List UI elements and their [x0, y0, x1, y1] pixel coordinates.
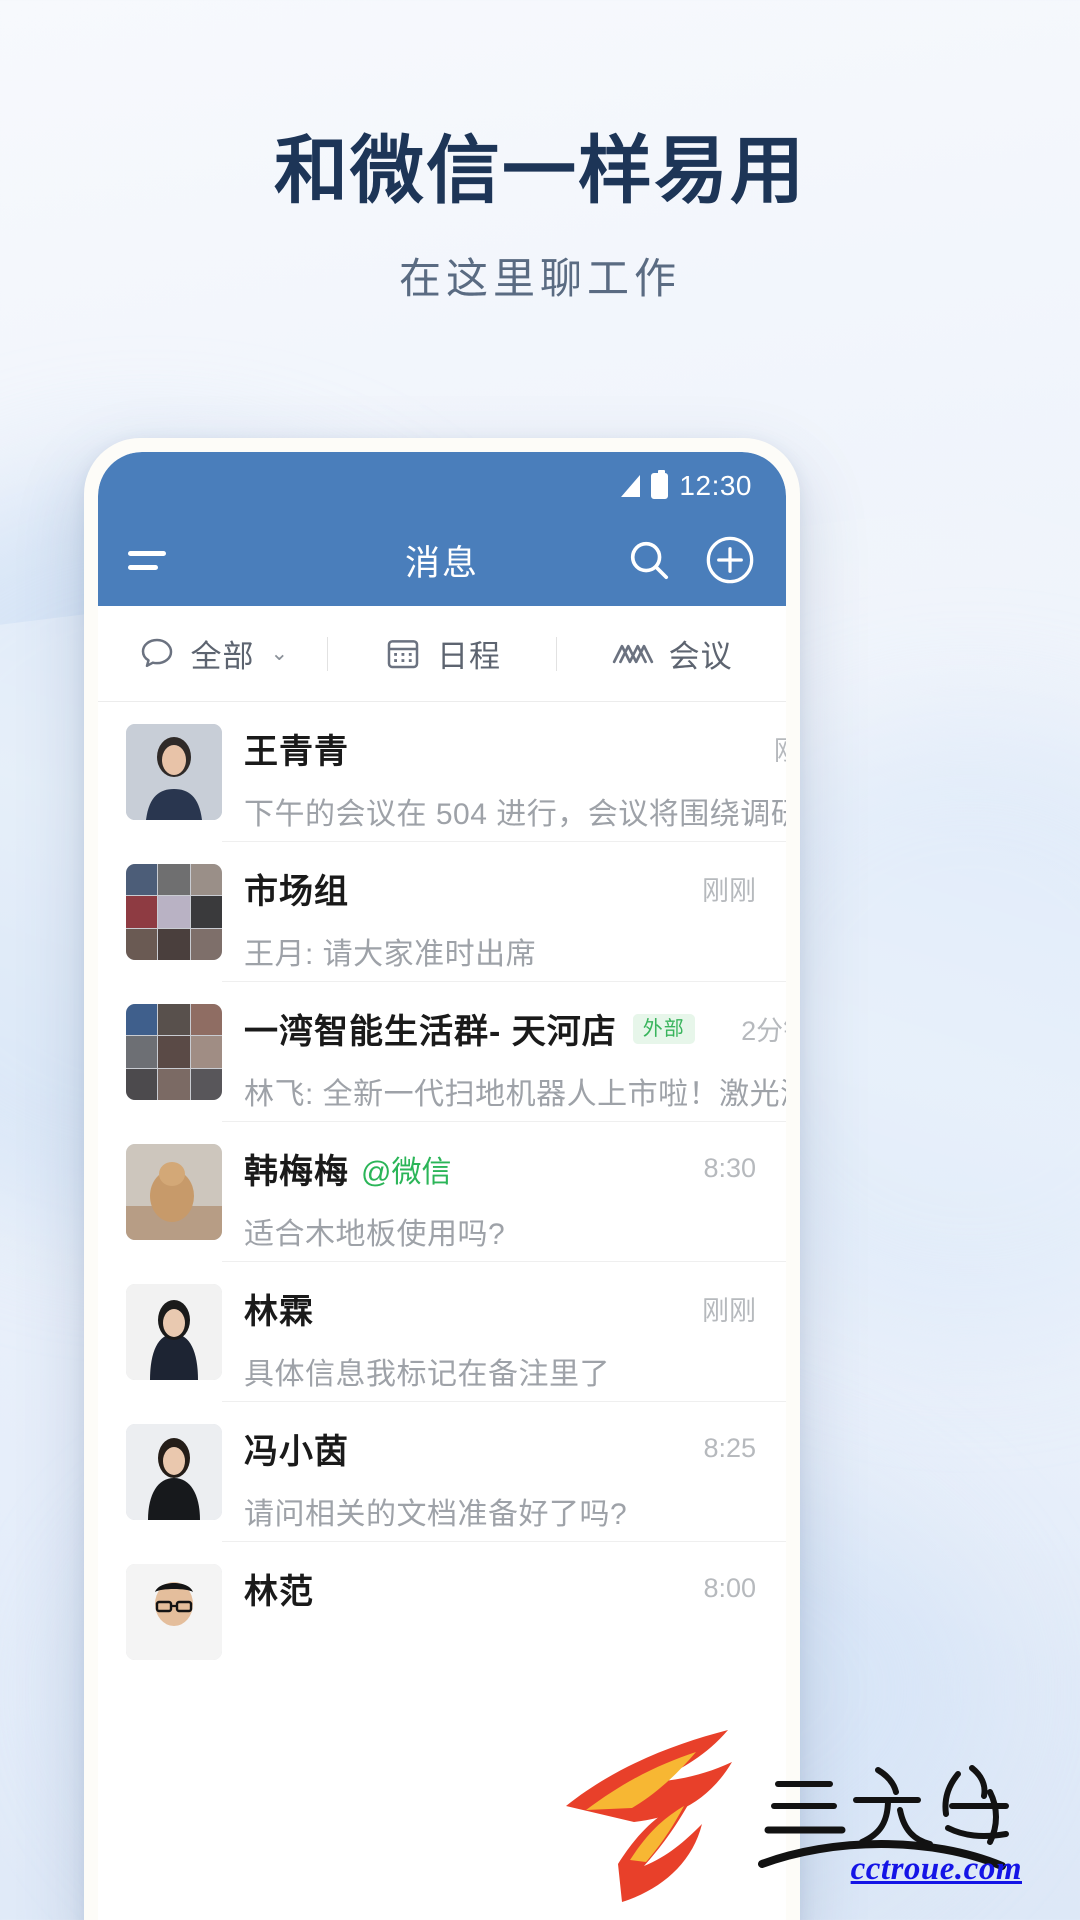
chat-preview: 适合木地板使用吗? [244, 1218, 506, 1251]
avatar-tile [190, 1068, 222, 1100]
avatar-tile [126, 1068, 158, 1100]
signal-triangle-icon [621, 475, 641, 497]
avatar [126, 1144, 222, 1240]
avatar-photo [126, 1564, 222, 1660]
tab-label: 全部 [190, 639, 255, 674]
filter-tab-bar: 全部 ⌄ 日程 会议 [98, 606, 786, 702]
plus-circle-icon[interactable] [704, 534, 756, 586]
status-bar: 12:30 [98, 458, 786, 514]
chat-name: 韩梅梅 [244, 1153, 349, 1191]
avatar-tile [158, 896, 190, 928]
avatar [126, 1564, 222, 1660]
tab-label: 日程 [437, 639, 501, 674]
avatar [126, 1284, 222, 1380]
page-title: 和微信一样易用 [274, 129, 806, 212]
avatar-photo [126, 1144, 222, 1240]
chat-preview: 具体信息我标记在备注里了 [244, 1358, 610, 1391]
chat-name: 林范 [244, 1573, 314, 1611]
hamburger-menu-icon[interactable] [128, 550, 172, 570]
chat-list-item[interactable]: 韩梅梅 @微信 8:30 适合木地板使用吗? [98, 1122, 786, 1262]
avatar-tile [158, 1036, 190, 1068]
phone-mockup: 12:30 消息 全部 ⌄ 日程 会议 王青青 下午的会议在 504 进行，会议… [84, 438, 800, 1920]
status-badge: 外部 [632, 1013, 695, 1044]
avatar [126, 864, 222, 960]
tab-label: 会议 [668, 639, 733, 674]
battery-icon [651, 470, 669, 499]
avatar-tile [190, 864, 222, 896]
chevron-down-icon: ⌄ [270, 642, 289, 665]
chat-list-item[interactable]: 市场组 刚刚 王月: 请大家准时出席 [98, 842, 786, 982]
chat-preview: 下午的会议在 504 进行，会议将围绕调研... [244, 798, 786, 831]
search-icon[interactable] [626, 537, 672, 583]
tab-meeting[interactable]: 会议 [557, 631, 786, 676]
hamburger-line [128, 564, 158, 570]
chat-time: 8:30 [703, 1153, 756, 1183]
chat-list: 王青青 刚刚 下午的会议在 504 进行，会议将围绕调研... [98, 702, 786, 1682]
chat-list-item[interactable]: 一湾智能生活群- 天河店 外部 2分钟前 林飞: 全新一代扫地机器人上市啦！激光… [98, 982, 786, 1122]
chat-time: 8:00 [703, 1573, 756, 1603]
chat-name: 王青青 [244, 733, 349, 771]
status-bar-clock: 12:30 [679, 470, 752, 501]
avatar-tile [190, 896, 222, 928]
avatar-photo [126, 724, 222, 820]
chat-list-item[interactable]: 林范 8:00 [98, 1542, 786, 1682]
avatar-tile [158, 928, 190, 960]
phone-screen: 12:30 消息 全部 ⌄ 日程 会议 王青青 下午的会议在 504 进行，会议… [98, 452, 786, 1920]
chat-name: 冯小茵 [244, 1433, 349, 1471]
page-subtitle: 在这里聊工作 [398, 255, 681, 303]
avatar-tile [190, 928, 222, 960]
avatar-tile [126, 1036, 158, 1068]
chat-preview: 请问相关的文档准备好了吗? [244, 1498, 628, 1531]
avatar-tile [190, 1036, 222, 1068]
chat-time: 刚刚 [702, 1296, 756, 1326]
chat-source-tag: @微信 [361, 1155, 452, 1189]
app-header: 12:30 消息 [98, 452, 786, 606]
watermark-site-url: cctroue.com [850, 1851, 1022, 1887]
avatar-tile [158, 1004, 190, 1036]
avatar-tile [158, 1068, 190, 1100]
hamburger-line [128, 550, 166, 556]
avatar-tile [158, 864, 190, 896]
avatar-tile [126, 928, 158, 960]
chat-time: 8:25 [703, 1433, 756, 1463]
tab-schedule[interactable]: 日程 [328, 631, 557, 676]
chat-bubble-icon [141, 638, 172, 667]
chat-list-item[interactable]: 林霖 刚刚 具体信息我标记在备注里了 [98, 1262, 786, 1402]
meeting-waves-icon [612, 644, 653, 663]
avatar-tile [126, 1004, 158, 1036]
chat-time: 2分钟前 [741, 1016, 786, 1046]
avatar-tile [126, 864, 158, 896]
hero-section: 和微信一样易用 在这里聊工作 [0, 130, 1080, 306]
chat-time: 刚刚 [758, 729, 786, 768]
chat-preview: 王月: 请大家准时出席 [244, 938, 537, 971]
chat-name: 市场组 [244, 873, 349, 911]
avatar [126, 1424, 222, 1520]
chat-list-item[interactable]: 王青青 刚刚 下午的会议在 504 进行，会议将围绕调研... [98, 702, 786, 842]
calendar-icon [387, 639, 419, 668]
chat-preview: 林飞: 全新一代扫地机器人上市啦！激光测... [244, 1078, 786, 1111]
avatar-tile [190, 1004, 222, 1036]
avatar [126, 724, 222, 820]
chat-time: 刚刚 [702, 876, 756, 906]
chat-list-item[interactable]: 冯小茵 8:25 请问相关的文档准备好了吗? [98, 1402, 786, 1542]
chat-name: 一湾智能生活群- 天河店 [244, 1013, 617, 1051]
avatar-photo [126, 1284, 222, 1380]
avatar-photo [126, 1424, 222, 1520]
chat-name: 林霖 [244, 1293, 314, 1331]
navigation-bar: 消息 [98, 514, 786, 606]
nav-actions [626, 534, 756, 586]
tab-all[interactable]: 全部 ⌄ [98, 631, 327, 676]
avatar-tile [126, 896, 158, 928]
avatar [126, 1004, 222, 1100]
